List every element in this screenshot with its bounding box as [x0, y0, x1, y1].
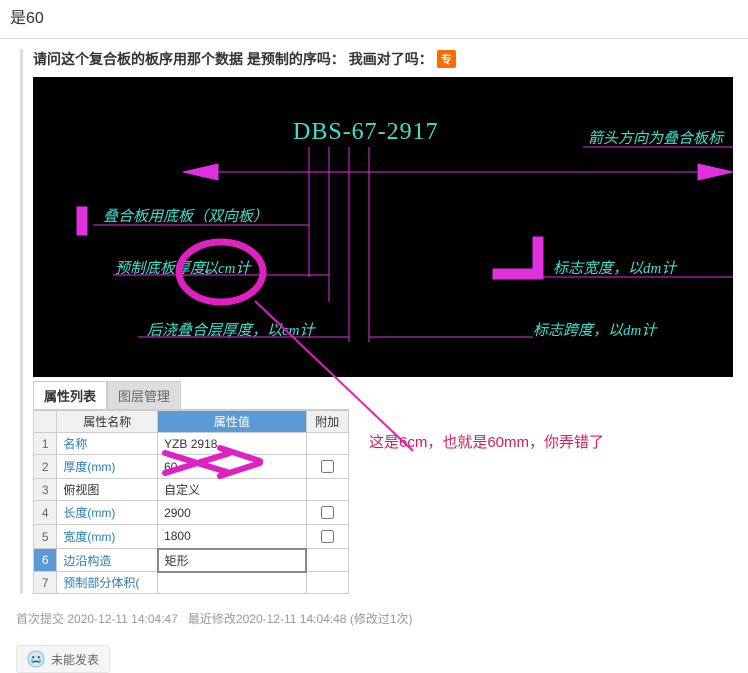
- tab-properties[interactable]: 属性列表: [33, 381, 107, 409]
- row-num: 3: [34, 479, 57, 501]
- cad-diagram: DBS-67-2917 箭头方向为叠合板标 叠合板用底板（双向板） 预制底板厚度…: [33, 77, 733, 377]
- first-submit-label: 首次提交: [16, 612, 64, 626]
- row-extra: [306, 501, 348, 525]
- row-extra: [306, 455, 348, 479]
- col-extra-header: 附加: [306, 411, 348, 433]
- row-name: 宽度(mm): [57, 525, 158, 549]
- first-submit-time: 2020-12-11 14:04:47: [67, 612, 178, 626]
- row-name: 俯视图: [57, 479, 158, 501]
- col-rownum: [34, 411, 57, 433]
- cad-svg: DBS-67-2917 箭头方向为叠合板标 叠合板用底板（双向板） 预制底板厚度…: [33, 77, 733, 377]
- question-text: 请问这个复合板的板序用那个数据 是预制的序吗： 我画对了吗：: [33, 49, 433, 69]
- row-name: 预制部分体积(: [57, 572, 158, 594]
- tabs: 属性列表 图层管理: [33, 381, 349, 410]
- cad-label-2-prefix: 预制底板厚度,: [115, 260, 209, 277]
- row-value[interactable]: 60: [158, 455, 306, 479]
- divider: [0, 38, 748, 39]
- row-num: 4: [34, 501, 57, 525]
- tab-layers[interactable]: 图层管理: [107, 381, 181, 409]
- table-row[interactable]: 6 边沿构造 矩形: [34, 549, 349, 572]
- table-row[interactable]: 3 俯视图 自定义: [34, 479, 349, 501]
- cad-label-topright: 箭头方向为叠合板标: [588, 130, 725, 147]
- row-extra: [306, 525, 348, 549]
- col-name-header: 属性名称: [57, 411, 158, 433]
- row-value[interactable]: 矩形: [158, 549, 306, 572]
- cry-face-icon: [27, 650, 45, 668]
- row-value[interactable]: 1800: [158, 525, 306, 549]
- table-row[interactable]: 7 预制部分体积(: [34, 572, 349, 594]
- annotation-text: 这是6cm，也就是60mm，你弄错了: [369, 431, 604, 452]
- row-extra: [306, 479, 348, 501]
- row-extra: [306, 549, 348, 572]
- row-num: 2: [34, 455, 57, 479]
- expert-badge: 专: [437, 50, 456, 68]
- row-extra: [306, 572, 348, 594]
- cad-label-1: 叠合板用底板（双向板）: [103, 208, 268, 225]
- col-value-header: 属性值: [158, 411, 306, 433]
- row-value[interactable]: 自定义: [158, 479, 306, 501]
- question-line: 请问这个复合板的板序用那个数据 是预制的序吗： 我画对了吗： 专: [33, 49, 748, 69]
- extra-checkbox[interactable]: [321, 506, 334, 519]
- property-table-wrap: 属性列表 图层管理 属性名称 属性值 附加 1: [33, 381, 349, 594]
- cad-label-4: 标志宽度，以dm计: [553, 260, 678, 277]
- row-num: 7: [34, 572, 57, 594]
- row-value[interactable]: [158, 572, 306, 594]
- table-row[interactable]: 5 宽度(mm) 1800: [34, 525, 349, 549]
- table-row[interactable]: 4 长度(mm) 2900: [34, 501, 349, 525]
- status-badge: 未能发表: [16, 645, 110, 673]
- last-modified-time: 2020-12-11 14:04:48: [236, 612, 347, 626]
- cad-label-5: 标志跨度，以dm计: [533, 322, 658, 339]
- row-value[interactable]: 2900: [158, 501, 306, 525]
- property-table: 属性名称 属性值 附加 1 名称 YZB 2918 2: [33, 410, 349, 594]
- row-value[interactable]: YZB 2918: [158, 433, 306, 455]
- row-extra: [306, 433, 348, 455]
- row-num: 6: [34, 549, 57, 572]
- last-modified-label: 最近修改: [188, 612, 236, 626]
- page-top-text: 是60: [0, 0, 748, 32]
- extra-checkbox[interactable]: [321, 530, 334, 543]
- content-block: 请问这个复合板的板序用那个数据 是预制的序吗： 我画对了吗： 专: [20, 49, 748, 594]
- modified-count: (修改过1次): [350, 612, 413, 626]
- row-num: 5: [34, 525, 57, 549]
- row-name: 边沿构造: [57, 549, 158, 572]
- cad-label-3: 后浇叠合层厚度，以cm计: [147, 322, 316, 339]
- table-annotation-wrap: 属性列表 图层管理 属性名称 属性值 附加 1: [33, 381, 748, 594]
- extra-checkbox[interactable]: [321, 460, 334, 473]
- row-name: 名称: [57, 433, 158, 455]
- meta-line: 首次提交 2020-12-11 14:04:47 最近修改2020-12-11 …: [16, 610, 748, 627]
- cad-title: DBS-67-2917: [293, 119, 439, 145]
- status-text: 未能发表: [51, 651, 99, 668]
- cad-label-2-circled: 以cm计: [203, 260, 252, 277]
- row-name: 厚度(mm): [57, 455, 158, 479]
- table-row[interactable]: 2 厚度(mm) 60: [34, 455, 349, 479]
- table-row[interactable]: 1 名称 YZB 2918: [34, 433, 349, 455]
- row-name: 长度(mm): [57, 501, 158, 525]
- row-num: 1: [34, 433, 57, 455]
